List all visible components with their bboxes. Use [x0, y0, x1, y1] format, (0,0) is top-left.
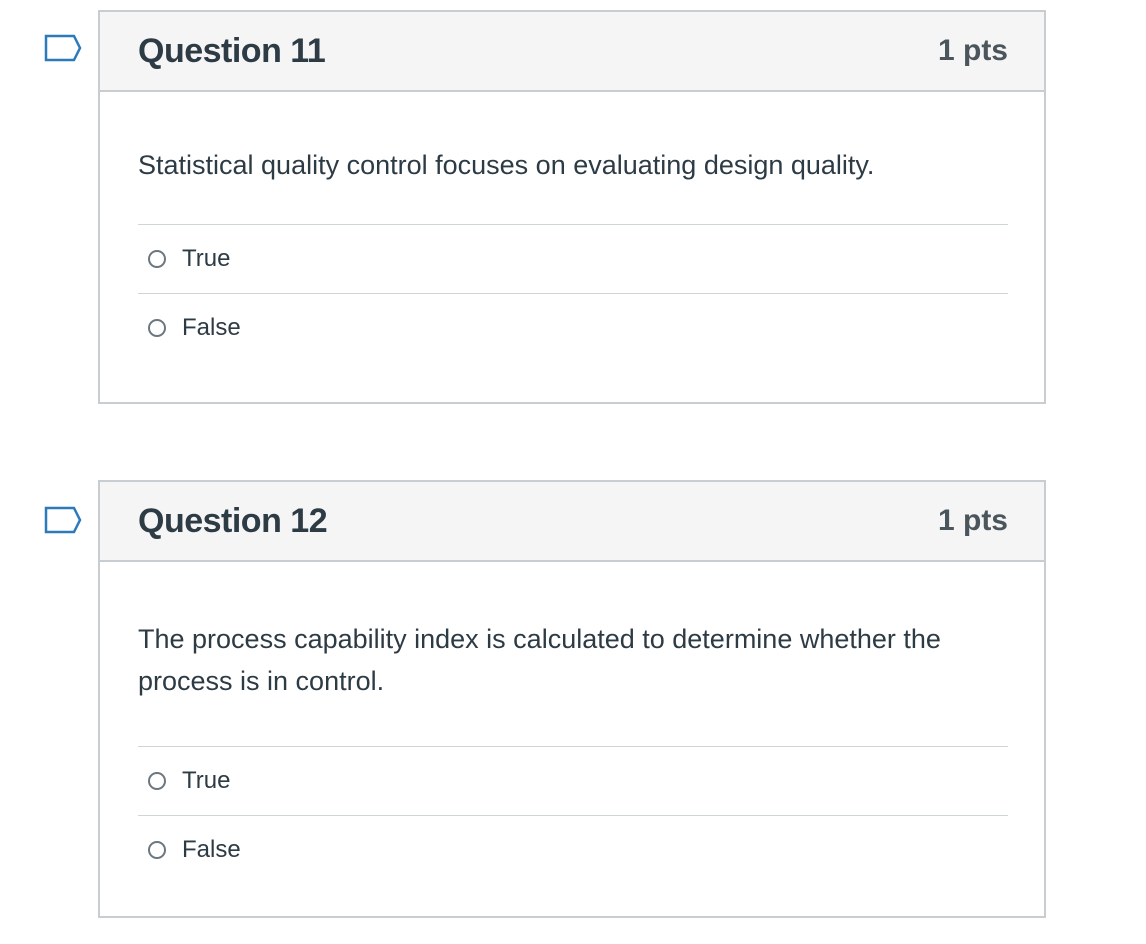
flag-outline-icon [44, 34, 82, 62]
answer-option-true[interactable]: True [138, 747, 1008, 816]
radio-button[interactable] [148, 841, 166, 859]
question-points: 1 pts [937, 504, 1008, 537]
answer-label: True [182, 245, 231, 272]
question-header: Question 12 1 pts [100, 482, 1044, 562]
question-text: The process capability index is calculat… [138, 624, 941, 696]
answer-list: True False [138, 746, 1008, 884]
answer-label: False [182, 836, 241, 863]
answer-label: False [182, 314, 241, 341]
question-12: Question 12 1 pts The process capability… [98, 480, 1046, 918]
question-11: Question 11 1 pts Statistical quality co… [98, 10, 1046, 404]
flag-question-11-button[interactable] [44, 34, 82, 62]
question-title: Question 12 [138, 501, 328, 540]
question-body: Statistical quality control focuses on e… [100, 92, 1044, 362]
radio-button[interactable] [148, 319, 166, 337]
answer-option-true[interactable]: True [138, 225, 1008, 294]
question-body: The process capability index is calculat… [100, 562, 1044, 884]
radio-button[interactable] [148, 772, 166, 790]
question-points: 1 pts [937, 34, 1008, 67]
question-title: Question 11 [138, 31, 326, 70]
question-text: Statistical quality control focuses on e… [138, 150, 875, 180]
answer-option-false[interactable]: False [138, 294, 1008, 362]
radio-button[interactable] [148, 250, 166, 268]
answer-label: True [182, 767, 231, 794]
answer-option-false[interactable]: False [138, 816, 1008, 884]
answer-list: True False [138, 224, 1008, 362]
flag-outline-icon [44, 506, 82, 534]
question-header: Question 11 1 pts [100, 12, 1044, 92]
flag-question-12-button[interactable] [44, 506, 82, 534]
